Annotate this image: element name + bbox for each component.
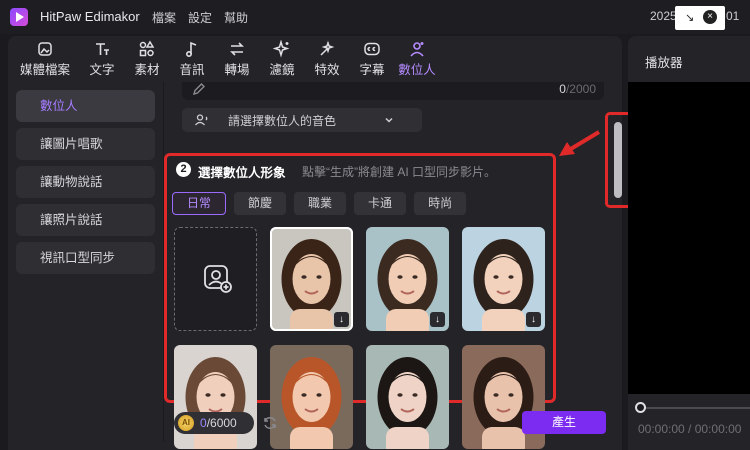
- scrollbar-thumb[interactable]: [614, 122, 622, 198]
- elements-icon: [138, 40, 156, 58]
- sidebar-item-image-sing[interactable]: 讓圖片唱歌: [16, 128, 155, 160]
- close-icon[interactable]: ×: [703, 10, 717, 24]
- pen-icon: [192, 82, 206, 101]
- tab-fashion[interactable]: 時尚: [414, 192, 467, 215]
- filter-sparkle-icon: [273, 40, 291, 58]
- counter-used: 0: [559, 82, 566, 96]
- tool-digital-human[interactable]: 數位人: [396, 36, 438, 82]
- app-logo-icon: [10, 8, 28, 26]
- tool-transition[interactable]: 轉場: [216, 36, 258, 82]
- player-preview: [628, 82, 750, 394]
- avatar-section-title: 選擇數位人形象: [198, 166, 286, 180]
- credits-value: 0/6000: [200, 416, 237, 430]
- tool-label: 媒體檔案: [19, 63, 70, 77]
- sidebar: 數位人 讓圖片唱歌 讓動物說話 讓照片說話 視訊口型同步: [16, 90, 155, 280]
- tool-elements[interactable]: 素材: [126, 36, 168, 82]
- chevron-down-icon: [384, 114, 394, 128]
- tool-filter[interactable]: 濾鏡: [261, 36, 303, 82]
- tab-cartoon[interactable]: 卡通: [354, 192, 407, 215]
- tab-festival[interactable]: 節慶: [234, 192, 287, 215]
- timeline-playhead[interactable]: [635, 402, 646, 413]
- avatar-card[interactable]: ↓: [366, 227, 449, 331]
- avatar-card[interactable]: ↓: [270, 227, 353, 331]
- tool-label: 轉場: [224, 63, 250, 77]
- app-title: HitPaw Edimakor: [40, 9, 140, 24]
- tool-effects[interactable]: 特效: [306, 36, 348, 82]
- tool-subtitle[interactable]: 字幕: [351, 36, 393, 82]
- tool-text[interactable]: 文字: [81, 36, 123, 82]
- avatar-icon: [408, 40, 426, 58]
- tool-label: 特效: [314, 63, 340, 77]
- title-date: 2025: [650, 9, 677, 23]
- category-tabs: 日常 節慶 職業 卡通 時尚: [172, 192, 467, 215]
- text-icon: [93, 40, 111, 58]
- menu-help[interactable]: 幫助: [224, 9, 248, 26]
- tab-daily[interactable]: 日常: [172, 192, 227, 215]
- tool-label: 濾鏡: [269, 63, 295, 77]
- media-icon: [36, 40, 54, 58]
- tool-label: 數位人: [398, 63, 436, 77]
- credits-pill: AI 0/6000: [174, 412, 254, 434]
- main-toolbar: 媒體檔案 文字 素材 音訊 轉場 濾鏡 特效 字幕 數位人: [8, 36, 622, 82]
- generate-button[interactable]: 產生: [522, 411, 606, 434]
- menu-bar: 檔案 設定 幫助: [152, 9, 248, 26]
- tool-label: 音訊: [179, 63, 205, 77]
- tool-label: 素材: [134, 63, 160, 77]
- voice-select-label: 請選擇數位人的音色: [228, 113, 337, 128]
- sidebar-item-digital-human[interactable]: 數位人: [16, 90, 155, 122]
- sidebar-item-lip-sync[interactable]: 視訊口型同步: [16, 242, 155, 274]
- bottom-bar: AI 0/6000 產生: [164, 404, 606, 440]
- tab-professional[interactable]: 職業: [294, 192, 347, 215]
- transition-icon: [228, 40, 246, 58]
- sidebar-item-animal-talk[interactable]: 讓動物說話: [16, 166, 155, 198]
- add-avatar-card[interactable]: [174, 227, 257, 331]
- step-number-badge: 2: [176, 162, 191, 177]
- script-textbox[interactable]: 0/2000: [182, 82, 604, 100]
- counter-total: /2000: [565, 82, 596, 96]
- effects-icon: [318, 40, 336, 58]
- tool-audio[interactable]: 音訊: [171, 36, 213, 82]
- player-title: 播放器: [645, 56, 683, 70]
- ai-coin-icon: AI: [178, 415, 194, 431]
- voice-select-dropdown[interactable]: 請選擇數位人的音色: [182, 108, 422, 132]
- player-time: 00:00:00 / 00:00:00: [638, 422, 742, 436]
- sidebar-item-photo-talk[interactable]: 讓照片說話: [16, 204, 155, 236]
- tool-label: 文字: [89, 63, 115, 77]
- tool-media[interactable]: 媒體檔案: [12, 36, 78, 82]
- refresh-icon[interactable]: [262, 415, 278, 436]
- download-icon[interactable]: ↓: [430, 312, 445, 327]
- avatar-card[interactable]: ↓: [462, 227, 545, 331]
- expand-arrow-icon[interactable]: ↘: [685, 11, 694, 24]
- credits-used: 0: [200, 416, 207, 430]
- red-arrow-icon: [559, 130, 601, 156]
- credits-total: /6000: [206, 416, 237, 430]
- subtitle-icon: [363, 40, 381, 58]
- title-bar: HitPaw Edimakor 檔案 設定 幫助 2025 ↘ × 01: [0, 0, 750, 34]
- menu-settings[interactable]: 設定: [188, 9, 212, 26]
- add-user-icon: [202, 263, 232, 298]
- download-icon[interactable]: ↓: [334, 312, 349, 327]
- player-timeline[interactable]: [640, 407, 750, 409]
- menu-file[interactable]: 檔案: [152, 9, 176, 26]
- overlay-popup: ↘ ×: [675, 6, 725, 30]
- avatar-section-hint: 點擊“生成”將創建 AI 口型同步影片。: [302, 165, 496, 179]
- voice-user-icon: [195, 114, 208, 126]
- music-note-icon: [183, 40, 201, 58]
- title-date-tail: 01: [726, 9, 740, 23]
- download-icon[interactable]: ↓: [526, 312, 541, 327]
- tool-label: 字幕: [359, 63, 385, 77]
- character-counter: 0/2000: [559, 82, 596, 96]
